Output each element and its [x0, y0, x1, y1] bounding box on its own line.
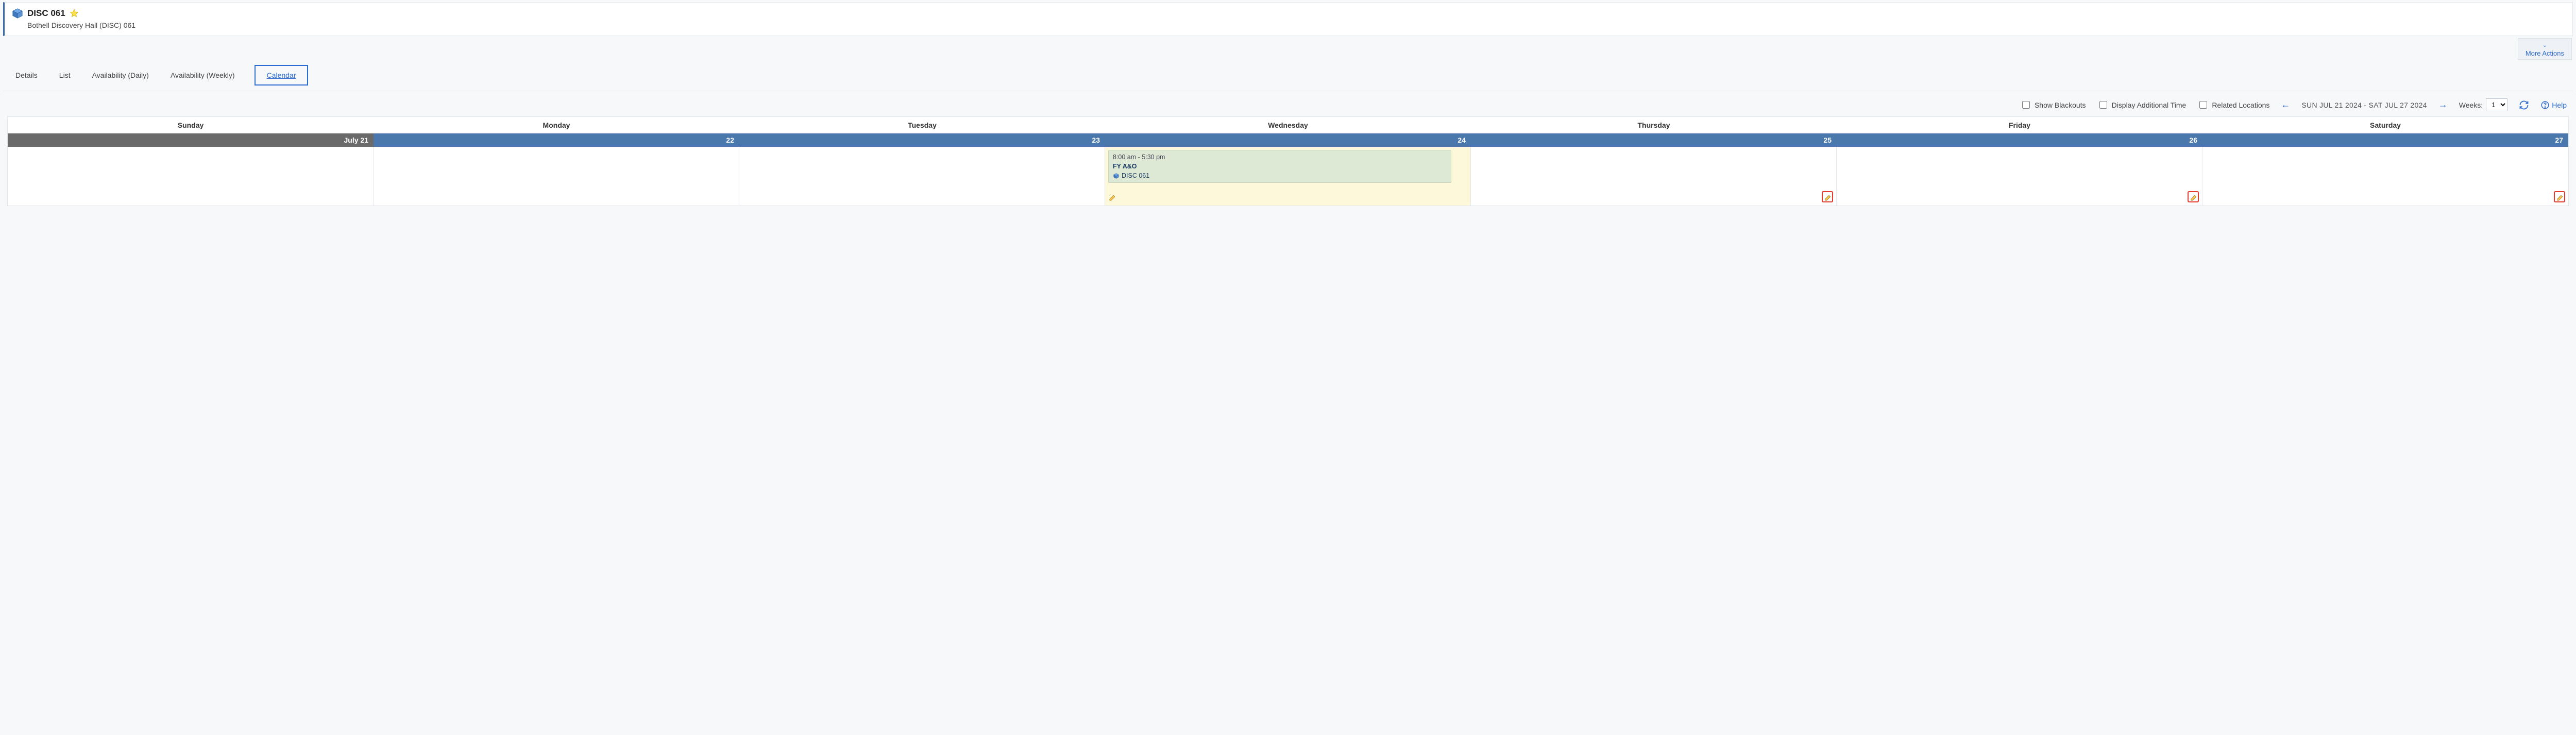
calendar-cell-tue[interactable] [739, 147, 1105, 206]
tab-availability-weekly[interactable]: Availability (Weekly) [168, 67, 237, 83]
weeks-label: Weeks: [2459, 101, 2483, 109]
event-title: FY A&O [1113, 163, 1447, 170]
event-location-label: DISC 061 [1122, 172, 1149, 179]
edit-icon[interactable] [2188, 191, 2199, 202]
day-header-sat: Saturday [2202, 116, 2568, 133]
related-locations-checkbox[interactable]: Related Locations [2197, 99, 2269, 110]
day-header-tue: Tuesday [739, 116, 1105, 133]
calendar-toolbar: Show Blackouts Display Additional Time R… [0, 91, 2576, 116]
next-week-button[interactable]: → [2438, 99, 2448, 110]
show-blackouts-checkbox[interactable]: Show Blackouts [2020, 99, 2086, 110]
edit-icon[interactable] [2554, 191, 2565, 202]
show-blackouts-input[interactable] [2022, 101, 2030, 109]
date-cell-fri[interactable]: 26 [1837, 133, 2202, 147]
edit-icon[interactable] [1822, 191, 1833, 202]
date-cell-tue[interactable]: 23 [739, 133, 1105, 147]
favorite-star-icon[interactable] [70, 9, 79, 18]
refresh-icon[interactable] [2519, 100, 2529, 110]
related-locations-label: Related Locations [2212, 101, 2269, 109]
tabs: Details List Availability (Daily) Availa… [3, 60, 2573, 91]
location-subtitle: Bothell Discovery Hall (DISC) 061 [27, 21, 2565, 29]
help-link[interactable]: Help [2540, 100, 2567, 110]
more-actions-button[interactable]: ⌄ More Actions [2518, 38, 2572, 60]
tab-calendar[interactable]: Calendar [255, 65, 309, 86]
event-time: 8:00 am - 5:30 pm [1113, 153, 1447, 161]
calendar-cell-wed[interactable]: 8:00 am - 5:30 pm FY A&O DISC 061 [1105, 147, 1471, 206]
event-block[interactable]: 8:00 am - 5:30 pm FY A&O DISC 061 [1108, 150, 1451, 183]
show-blackouts-label: Show Blackouts [2035, 101, 2086, 109]
date-cell-thu[interactable]: 25 [1471, 133, 1837, 147]
cube-icon [12, 8, 23, 19]
display-additional-checkbox[interactable]: Display Additional Time [2097, 99, 2187, 110]
location-header: DISC 061 Bothell Discovery Hall (DISC) 0… [3, 2, 2573, 36]
calendar-cell-sat[interactable] [2202, 147, 2568, 206]
event-location: DISC 061 [1113, 172, 1447, 179]
more-actions-label: More Actions [2526, 49, 2564, 57]
calendar-cell-sun[interactable] [8, 147, 374, 206]
day-header-fri: Friday [1837, 116, 2202, 133]
help-label: Help [2552, 101, 2567, 109]
calendar-grid: Sunday Monday Tuesday Wednesday Thursday… [7, 116, 2569, 206]
date-cell-sun[interactable]: July 21 [8, 133, 374, 147]
edit-icon[interactable] [1108, 193, 1117, 202]
day-header-wed: Wednesday [1105, 116, 1471, 133]
date-cell-wed[interactable]: 24 [1105, 133, 1471, 147]
display-additional-input[interactable] [2099, 101, 2107, 109]
calendar-cell-fri[interactable] [1837, 147, 2202, 206]
related-locations-input[interactable] [2199, 101, 2207, 109]
prev-week-button[interactable]: ← [2281, 99, 2290, 110]
tab-list[interactable]: List [57, 67, 73, 83]
day-header-thu: Thursday [1471, 116, 1837, 133]
calendar-cell-mon[interactable] [374, 147, 739, 206]
location-title: DISC 061 [27, 8, 65, 19]
display-additional-label: Display Additional Time [2112, 101, 2187, 109]
weeks-select[interactable]: 1 [2486, 98, 2507, 111]
date-cell-sat[interactable]: 27 [2202, 133, 2568, 147]
chevron-down-icon: ⌄ [2526, 42, 2564, 48]
tab-details[interactable]: Details [13, 67, 40, 83]
day-header-sun: Sunday [8, 116, 374, 133]
calendar-cell-thu[interactable] [1471, 147, 1837, 206]
date-cell-mon[interactable]: 22 [374, 133, 739, 147]
day-header-mon: Monday [374, 116, 739, 133]
date-range[interactable]: SUN JUL 21 2024 - SAT JUL 27 2024 [2301, 101, 2427, 109]
tab-availability-daily[interactable]: Availability (Daily) [90, 67, 151, 83]
